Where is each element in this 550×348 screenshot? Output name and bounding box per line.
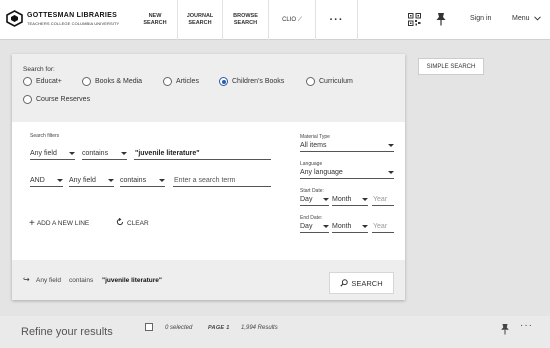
row2-field-value: Any field: [69, 177, 96, 184]
simple-search-button[interactable]: SIMPLE SEARCH: [418, 58, 484, 75]
row2-operator-value: contains: [120, 177, 147, 184]
plus-icon: +: [29, 218, 35, 229]
search-icon: [340, 279, 349, 287]
results-toolbar: Refine your results 0 selected PAGE 1 1,…: [0, 316, 550, 348]
caret-down-icon: [388, 171, 394, 174]
pin-icon[interactable]: [500, 323, 510, 335]
radio-circle: [23, 77, 32, 86]
caret-down-icon: [362, 198, 368, 201]
row2-search-term-input[interactable]: Enter a search term: [173, 175, 271, 187]
menu-label: Menu: [512, 15, 530, 22]
radio-circle: [82, 77, 91, 86]
library-logo[interactable]: GOTTESMAN LIBRARIES TEACHERS COLLEGE COL…: [6, 10, 130, 30]
start-month-select[interactable]: Month: [332, 194, 368, 206]
logo-subtitle: TEACHERS COLLEGE COLUMBIA UNIVERSITY: [27, 21, 120, 26]
results-count: 1,994 Results: [241, 325, 278, 331]
start-year-input[interactable]: Year: [372, 194, 394, 206]
chevron-down-icon: [534, 16, 542, 21]
row2-boolean-value: AND: [30, 177, 45, 184]
summary-field: Any field: [36, 277, 61, 284]
clear-label: CLEAR: [127, 220, 149, 227]
row1-field-value: Any field: [30, 150, 57, 157]
scope-radio-childrens-books[interactable]: Children's Books: [219, 77, 284, 86]
scope-label-curriculum: Curriculum: [319, 78, 353, 85]
caret-down-icon: [362, 225, 368, 228]
nav-journal-search[interactable]: JOURNAL SEARCH: [178, 0, 223, 40]
language-select[interactable]: Any language: [300, 167, 394, 179]
more-actions-icon[interactable]: ···: [520, 320, 533, 331]
radio-circle: [163, 77, 172, 86]
scope-radio-books-media[interactable]: Books & Media: [82, 77, 142, 86]
nav-more-menu[interactable]: ···: [316, 0, 358, 40]
search-button[interactable]: SEARCH: [329, 272, 394, 294]
page-indicator: PAGE 1: [208, 325, 230, 331]
logo-title: GOTTESMAN LIBRARIES: [27, 12, 118, 19]
search-filters-label: Search filters: [30, 133, 60, 139]
search-scope-section: Search for: Educat+ Books & Media Articl…: [12, 54, 405, 122]
select-all-checkbox[interactable]: [145, 323, 153, 331]
scope-label: Search for:: [23, 66, 55, 73]
scope-label-childrens-books: Children's Books: [232, 78, 285, 85]
row2-field-select[interactable]: Any field: [69, 175, 114, 187]
scope-radio-curriculum[interactable]: Curriculum: [306, 77, 353, 86]
row2-operator-select[interactable]: contains: [120, 175, 165, 187]
radio-circle-selected: [219, 77, 228, 86]
nav-new-search[interactable]: NEW SEARCH: [133, 0, 178, 40]
scope-radio-educat[interactable]: Educat+: [23, 77, 62, 86]
clear-button[interactable]: CLEAR: [116, 217, 149, 227]
advanced-search-panel: Search for: Educat+ Books & Media Articl…: [12, 54, 405, 300]
row1-operator-select[interactable]: contains: [82, 148, 127, 160]
summary-term: "juvenile literature": [102, 277, 162, 284]
pin-icon[interactable]: [435, 12, 447, 26]
scope-label-books-media: Books & Media: [95, 78, 143, 85]
radio-circle: [23, 95, 32, 104]
row1-field-select[interactable]: Any field: [30, 148, 75, 160]
selected-count: 0 selected: [165, 325, 193, 331]
nav-browse-search[interactable]: BROWSE SEARCH: [223, 0, 269, 40]
caret-down-icon: [323, 225, 329, 228]
caret-down-icon: [388, 144, 394, 147]
radio-circle: [306, 77, 315, 86]
search-button-label: SEARCH: [351, 278, 383, 288]
row1-operator-value: contains: [82, 150, 109, 157]
caret-down-icon: [69, 152, 75, 155]
material-type-value: All items: [300, 142, 327, 149]
add-line-button[interactable]: + ADD A NEW LINE: [29, 218, 89, 229]
caret-down-icon: [323, 198, 329, 201]
row2-boolean-select[interactable]: AND: [30, 175, 63, 187]
language-value: Any language: [300, 169, 343, 176]
caret-down-icon: [121, 152, 127, 155]
end-year-input[interactable]: Year: [372, 221, 394, 233]
start-day-value: Day: [300, 196, 313, 203]
row1-search-term-input[interactable]: "juvenile literature": [134, 148, 271, 160]
top-bar: GOTTESMAN LIBRARIES TEACHERS COLLEGE COL…: [0, 0, 550, 40]
start-month-value: Month: [332, 196, 352, 203]
main-menu-button[interactable]: Menu: [512, 15, 542, 22]
material-type-select[interactable]: All items: [300, 140, 394, 152]
qr-code-icon[interactable]: [408, 13, 421, 26]
end-month-select[interactable]: Month: [332, 221, 368, 233]
start-day-select[interactable]: Day: [300, 194, 329, 206]
scope-radio-course-reserves[interactable]: Course Reserves: [23, 95, 90, 104]
caret-down-icon: [57, 179, 63, 182]
end-day-select[interactable]: Day: [300, 221, 329, 233]
scope-radio-articles[interactable]: Articles: [163, 77, 199, 86]
summary-operator: contains: [69, 277, 94, 284]
caret-down-icon: [108, 179, 114, 182]
end-day-value: Day: [300, 223, 313, 230]
sign-in-link[interactable]: Sign in: [470, 15, 491, 22]
caret-down-icon: [159, 179, 165, 182]
logo-mark-icon: [6, 10, 23, 27]
refine-results-heading: Refine your results: [21, 326, 113, 338]
reset-icon: [116, 217, 124, 226]
arrow-right-icon: ↪: [23, 275, 30, 284]
end-month-value: Month: [332, 223, 352, 230]
nav-clio-link[interactable]: CLIO ⟋: [269, 0, 316, 40]
add-line-label: ADD A NEW LINE: [36, 220, 90, 227]
scope-label-articles: Articles: [176, 78, 199, 85]
query-summary-bar: ↪ Any field contains "juvenile literatur…: [12, 260, 405, 300]
scope-label-course-reserves: Course Reserves: [36, 96, 91, 103]
scope-label-educat: Educat+: [36, 78, 62, 85]
